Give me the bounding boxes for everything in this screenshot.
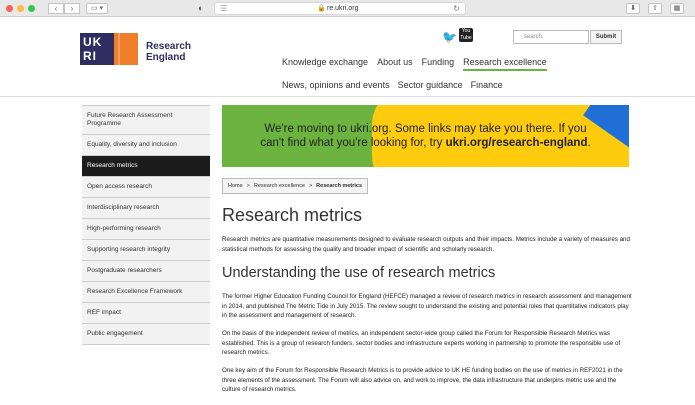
share-icon[interactable]: ⇧ [648,3,662,14]
breadcrumb-research-excellence[interactable]: Research excellence [254,179,305,193]
sidebar-item-postgraduate[interactable]: Postgraduate researchers [82,260,210,281]
nav-news-opinions-events[interactable]: News, opinions and events [282,80,390,90]
logo-mark: UK RI [80,33,114,65]
paragraph-1: The former Higher Education Funding Coun… [222,293,632,319]
sidebar-item-ref[interactable]: Research Excellence Framework [82,281,210,302]
search-input[interactable]: search [513,30,589,44]
breadcrumb-current: Research metrics [316,183,363,189]
address-url: re.ukri.org [327,5,359,12]
sidebar-item-ref-impact[interactable]: REF impact [82,302,210,323]
sidebar-item-interdisciplinary[interactable]: Interdisciplinary research [82,197,210,218]
minimize-window-button[interactable] [17,5,24,12]
paragraph-2: On the basis of the independent review o… [222,330,621,356]
sidebar-item-high-performing[interactable]: High-performing research [82,218,210,239]
nav-finance[interactable]: Finance [471,80,503,90]
intro-paragraph: Research metrics are quantitative measur… [222,236,630,253]
maximize-window-button[interactable] [28,5,35,12]
sidebar-item-research-integrity[interactable]: Supporting research integrity [82,239,210,260]
sidebar-item-future-research-assessment[interactable]: Future Research Assessment Programme [82,105,210,134]
section-heading: Understanding the use of research metric… [222,265,496,281]
banner-text: We're moving to ukri.org. Some links may… [260,123,591,149]
sidebar-item-open-access[interactable]: Open access research [82,176,210,197]
banner-line-1: We're moving to ukri.org. Some links may… [264,123,587,135]
migration-banner: We're moving to ukri.org. Some links may… [222,105,629,167]
forward-icon[interactable]: › [64,3,80,14]
browser-toolbar: ‹ › ▭ ▾ ◐ ☰ 🔒 re.ukri.org ↻ ⬇ ⇧ ▦ [0,0,695,17]
paragraph-3: One key aim of the Forum for Responsible… [222,367,623,393]
address-bar[interactable]: ☰ 🔒 re.ukri.org ↻ [214,2,466,15]
reload-icon[interactable]: ↻ [453,3,460,15]
page-title: Research metrics [222,205,363,225]
submit-button[interactable]: Submit [590,30,622,44]
sidebar: Future Research Assessment Programme Equ… [82,105,210,345]
banner-link[interactable]: ukri.org/research-england [446,137,588,149]
site-header: UK RI Research England 🐦 You Tube search … [0,17,695,97]
breadcrumb: Home > Research excellence > Research me… [222,178,369,194]
sidebar-item-equality-diversity[interactable]: Equality, diversity and inclusion [82,134,210,155]
window-controls [6,5,35,12]
close-window-button[interactable] [6,5,13,12]
menu-icon: ☰ [220,4,228,13]
breadcrumb-home[interactable]: Home [228,179,243,193]
sidebar-icon[interactable]: ▭ ▾ [86,3,108,14]
sidebar-item-public-engagement[interactable]: Public engagement [82,323,210,345]
twitter-icon[interactable]: 🐦 [442,30,457,44]
nav-knowledge-exchange[interactable]: Knowledge exchange [282,57,368,71]
logo-text: Research England [146,41,192,63]
lock-icon: 🔒 [317,5,326,12]
nav-funding[interactable]: Funding [422,57,455,71]
back-icon[interactable]: ‹ [48,3,64,14]
tabs-icon[interactable]: ▦ [670,3,684,14]
youtube-icon[interactable]: You Tube [459,28,473,42]
download-icon[interactable]: ⬇ [626,3,640,14]
secondary-nav: News, opinions and events Sector guidanc… [282,80,503,90]
shield-icon[interactable]: ◐ [198,3,208,14]
sidebar-item-research-metrics[interactable]: Research metrics [82,155,210,176]
nav-research-excellence[interactable]: Research excellence [463,57,547,71]
banner-line-2: can't find what you're looking for, try [260,137,446,149]
main-nav: Knowledge exchange About us Funding Rese… [282,57,547,71]
nav-about-us[interactable]: About us [377,57,413,71]
nav-sector-guidance[interactable]: Sector guidance [398,80,463,90]
